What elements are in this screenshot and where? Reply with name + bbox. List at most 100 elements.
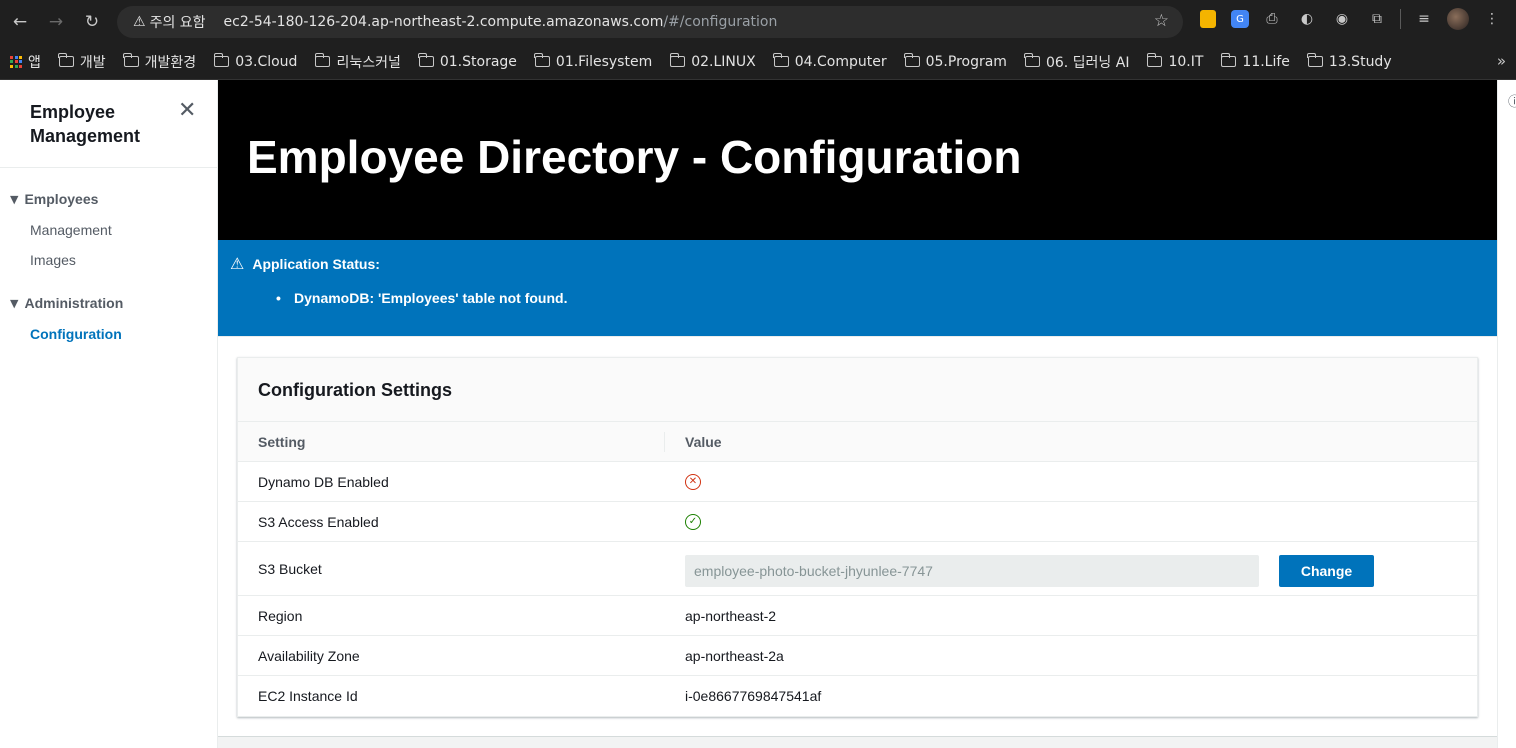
setting-value: ap-northeast-2a (685, 648, 784, 664)
s3-bucket-input[interactable] (685, 555, 1259, 587)
extensions-area: G ⎙ ◐ ◉ ⧉ ≡ ⋮ (1196, 7, 1504, 31)
sidebar-item-images[interactable]: Images (30, 252, 76, 268)
folder-icon (123, 53, 139, 67)
change-button[interactable]: Change (1279, 555, 1374, 587)
folder-icon (534, 53, 550, 67)
column-divider (664, 432, 665, 452)
bookmark-folder[interactable]: 개발 (58, 52, 106, 72)
bookmark-label: 06. 딥러닝 AI (1045, 54, 1130, 71)
bookmark-folder[interactable]: 01.Storage (418, 53, 517, 70)
url-path: /#/configuration (663, 14, 778, 30)
main-content: Employee Directory - Configuration ⚠ App… (218, 80, 1497, 748)
media-control-icon[interactable]: ≡ (1412, 7, 1436, 31)
bookmark-label: 03.Cloud (235, 53, 298, 70)
translate-extension-icon[interactable]: G (1231, 10, 1249, 28)
bookmarks-bar: 앱 개발 개발환경 03.Cloud 리눅스커널 01.Storage 01.F… (0, 44, 1516, 80)
bookmark-label: 개발 (79, 54, 106, 71)
side-navigation: Employee Management ✕ ▼ Employees Manage… (0, 80, 218, 748)
bookmark-folder[interactable]: 13.Study (1307, 53, 1392, 70)
sidebar-title[interactable]: Employee Management (30, 100, 170, 148)
status-alert: ⚠ Application Status: DynamoDB: 'Employe… (218, 240, 1497, 336)
bookmark-label: 리눅스커널 (336, 54, 401, 71)
setting-value: i-0e8667769847541af (685, 688, 822, 704)
folder-icon (213, 53, 230, 67)
warning-icon: ⚠ (230, 254, 245, 273)
folder-icon (1220, 53, 1237, 67)
bookmark-label: 개발환경 (144, 54, 197, 71)
bookmark-label: 11.Life (1242, 53, 1290, 70)
bookmark-folder[interactable]: 03.Cloud (213, 53, 298, 70)
section-employees[interactable]: ▼ Employees (10, 191, 98, 207)
warning-icon: ⚠ (133, 14, 146, 30)
url-text[interactable]: ec2-54-180-126-204.ap-northeast-2.comput… (224, 14, 778, 30)
printer-extension-icon[interactable]: ⎙ (1260, 7, 1284, 31)
bookmark-folder[interactable]: 10.IT (1146, 53, 1204, 70)
table-row: S3 Bucket Change (238, 542, 1477, 596)
bookmark-label: 10.IT (1168, 53, 1204, 70)
error-x-icon: ✕ (685, 474, 701, 490)
bookmark-label: 04.Computer (794, 53, 887, 70)
bookmark-folder[interactable]: 04.Computer (773, 53, 887, 70)
bookmark-folder[interactable]: 개발환경 (123, 52, 197, 72)
bookmark-apps[interactable]: 앱 (10, 52, 41, 72)
folder-icon (1307, 53, 1323, 67)
address-bar[interactable]: ⚠ 주의 요함 ec2-54-180-126-204.ap-northeast-… (117, 6, 1183, 38)
back-icon[interactable]: ← (2, 4, 38, 40)
page-header: Employee Directory - Configuration (218, 80, 1497, 240)
sidebar-header: Employee Management ✕ (0, 80, 217, 168)
section-label: Administration (24, 295, 124, 311)
bookmark-folder[interactable]: 리눅스커널 (314, 52, 401, 72)
card-header: Configuration Settings (238, 358, 1477, 422)
bookmark-label: 13.Study (1328, 53, 1392, 70)
close-icon[interactable]: ✕ (178, 98, 196, 123)
page-title: Employee Directory - Configuration (247, 131, 1022, 183)
bookmark-star-icon[interactable]: ☆ (1154, 11, 1169, 31)
security-label: 주의 요함 (149, 15, 206, 31)
bookmark-label: 05.Program (925, 53, 1007, 70)
bookmark-folder[interactable]: 01.Filesystem (534, 53, 653, 70)
folder-icon (669, 53, 686, 67)
folder-icon (58, 53, 74, 67)
browser-toolbar: ← → ↻ ⚠ 주의 요함 ec2-54-180-126-204.ap-nort… (0, 0, 1516, 44)
bookmark-folder[interactable]: 06. 딥러닝 AI (1024, 52, 1130, 72)
table-row: S3 Access Enabled ✓ (238, 502, 1477, 542)
bookmark-label: 앱 (28, 54, 41, 71)
folder-icon (418, 53, 434, 67)
sidebar-item-management[interactable]: Management (30, 222, 112, 238)
sidebar-item-configuration[interactable]: Configuration (30, 326, 122, 342)
page-footer-area (218, 736, 1497, 748)
folder-icon (1024, 53, 1040, 67)
folder-icon (314, 53, 331, 67)
reload-icon[interactable]: ↻ (74, 4, 110, 40)
alert-header: ⚠ Application Status: (230, 254, 380, 273)
info-icon[interactable]: ⓘ (1508, 91, 1516, 110)
success-check-icon: ✓ (685, 514, 701, 530)
bookmark-folder[interactable]: 02.LINUX (669, 53, 756, 70)
circle-extension-icon[interactable]: ◉ (1330, 7, 1354, 31)
caret-down-icon: ▼ (10, 192, 19, 206)
security-indicator[interactable]: ⚠ 주의 요함 (127, 9, 212, 35)
section-label: Employees (24, 191, 99, 207)
profile-avatar[interactable] (1447, 8, 1469, 30)
puzzle-extensions-icon[interactable]: ⧉ (1365, 7, 1389, 31)
bookmark-folder[interactable]: 05.Program (904, 53, 1007, 70)
menu-kebab-icon[interactable]: ⋮ (1480, 7, 1504, 31)
setting-label: S3 Access Enabled (258, 514, 379, 530)
more-bookmarks-icon[interactable]: » (1497, 52, 1506, 70)
folder-icon (1146, 53, 1163, 67)
toolbar-divider (1400, 9, 1401, 29)
web-page: Employee Management ✕ ▼ Employees Manage… (0, 80, 1516, 748)
bookmark-folder[interactable]: 11.Life (1220, 53, 1290, 70)
setting-label: Dynamo DB Enabled (258, 474, 389, 490)
section-administration[interactable]: ▼ Administration (10, 295, 123, 311)
keep-extension-icon[interactable] (1200, 10, 1216, 28)
bookmark-label: 02.LINUX (691, 53, 756, 70)
dark-extension-icon[interactable]: ◐ (1295, 7, 1319, 31)
table-header: Setting Value (238, 422, 1477, 462)
tools-panel-rail: ⓘ (1497, 80, 1516, 748)
forward-icon[interactable]: → (38, 4, 74, 40)
bookmark-label: 01.Filesystem (555, 53, 653, 70)
column-header-setting: Setting (258, 434, 306, 450)
alert-title: Application Status: (252, 255, 380, 272)
folder-icon (773, 53, 789, 67)
